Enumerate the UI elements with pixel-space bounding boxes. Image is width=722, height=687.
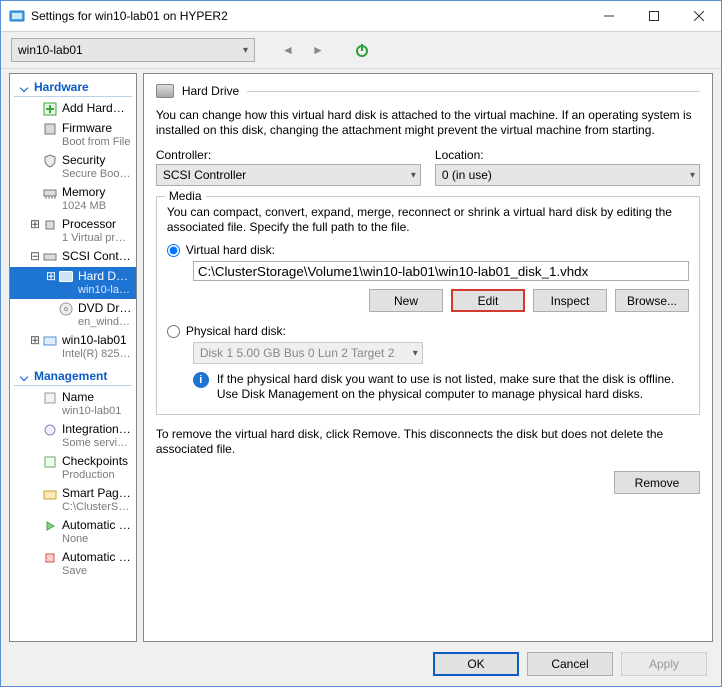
- physical-info-text: If the physical hard disk you want to us…: [217, 372, 689, 402]
- node-auto-stop[interactable]: Automatic Stop ActionSave: [10, 548, 136, 580]
- panel-title: Hard Drive: [182, 84, 239, 98]
- chevron-down-icon: ▾: [413, 348, 418, 359]
- node-scsi-controller[interactable]: ⊟ SCSI Controller: [10, 247, 136, 267]
- minimize-button[interactable]: [586, 1, 631, 31]
- checkpoint-icon: [42, 454, 58, 470]
- toolbar: win10-lab01 ▾ ◄ ►: [1, 32, 721, 69]
- chevron-down-icon: ▾: [690, 170, 695, 181]
- cancel-button[interactable]: Cancel: [527, 652, 613, 676]
- settings-tree: Hardware Add Hardware FirmwareBoot from …: [9, 73, 137, 642]
- node-dvd-drive[interactable]: DVD Driveen_windows_10_business_editi...: [10, 299, 136, 331]
- body: Hardware Add Hardware FirmwareBoot from …: [1, 69, 721, 642]
- maximize-button[interactable]: [631, 1, 676, 31]
- nav-back-button[interactable]: ◄: [277, 39, 299, 61]
- node-hard-drive[interactable]: ⊞ Hard Drivewin10-lab01_disk_1.vhdx: [10, 267, 136, 299]
- start-icon: [42, 518, 58, 534]
- cpu-icon: [42, 217, 58, 233]
- panel-intro: You can change how this virtual hard dis…: [156, 108, 700, 138]
- stop-icon: [42, 550, 58, 566]
- browse-button[interactable]: Browse...: [615, 289, 689, 312]
- disc-icon: [58, 301, 74, 317]
- chevron-down-icon: ▾: [411, 170, 416, 181]
- node-auto-start[interactable]: Automatic Start ActionNone: [10, 516, 136, 548]
- location-select[interactable]: 0 (in use)▾: [435, 164, 700, 186]
- apply-button: Apply: [621, 652, 707, 676]
- detail-panel: Hard Drive You can change how this virtu…: [143, 73, 713, 642]
- remove-button[interactable]: Remove: [614, 471, 700, 494]
- dialog-footer: OK Cancel Apply: [1, 642, 721, 686]
- nav-forward-button[interactable]: ►: [307, 39, 329, 61]
- ok-button[interactable]: OK: [433, 652, 519, 676]
- media-legend: Media: [165, 189, 206, 203]
- settings-window: Settings for win10-lab01 on HYPER2 win10…: [0, 0, 722, 687]
- expand-icon[interactable]: ⊞: [44, 269, 58, 283]
- media-desc: You can compact, convert, expand, merge,…: [167, 205, 689, 235]
- folder-icon: [42, 486, 58, 502]
- close-button[interactable]: [676, 1, 721, 31]
- add-icon: [42, 101, 58, 117]
- section-management[interactable]: Management: [14, 365, 132, 386]
- services-icon: [42, 422, 58, 438]
- shield-icon: [42, 153, 58, 169]
- node-checkpoints[interactable]: CheckpointsProduction: [10, 452, 136, 484]
- chip-icon: [42, 121, 58, 137]
- node-integration-services[interactable]: Integration ServicesSome services offere…: [10, 420, 136, 452]
- controller-select[interactable]: SCSI Controller▾: [156, 164, 421, 186]
- collapse-icon[interactable]: ⊟: [28, 249, 42, 263]
- node-name[interactable]: Namewin10-lab01: [10, 388, 136, 420]
- physical-radio-label: Physical hard disk:: [186, 324, 286, 338]
- node-firmware[interactable]: FirmwareBoot from File: [10, 119, 136, 151]
- remove-text: To remove the virtual hard disk, click R…: [156, 427, 700, 457]
- power-icon[interactable]: [351, 39, 373, 61]
- section-hardware[interactable]: Hardware: [14, 76, 132, 97]
- vm-selector-value: win10-lab01: [18, 43, 83, 57]
- physical-disk-select: Disk 1 5.00 GB Bus 0 Lun 2 Target 2▾: [193, 342, 423, 364]
- controller-icon: [42, 249, 58, 265]
- node-add-hardware[interactable]: Add Hardware: [10, 99, 136, 119]
- location-label: Location:: [435, 148, 700, 162]
- hard-drive-icon: [58, 269, 74, 285]
- controller-label: Controller:: [156, 148, 421, 162]
- node-memory[interactable]: Memory1024 MB: [10, 183, 136, 215]
- node-processor[interactable]: ⊞ Processor1 Virtual processor: [10, 215, 136, 247]
- inspect-button[interactable]: Inspect: [533, 289, 607, 312]
- titlebar: Settings for win10-lab01 on HYPER2: [1, 1, 721, 32]
- vhd-path-input[interactable]: [193, 261, 689, 281]
- physical-radio[interactable]: [167, 325, 180, 338]
- media-group: Media You can compact, convert, expand, …: [156, 196, 700, 415]
- node-network-adapter[interactable]: ⊞ win10-lab01Intel(R) 82574L Gigabit Net…: [10, 331, 136, 363]
- window-title: Settings for win10-lab01 on HYPER2: [31, 9, 586, 23]
- expand-icon[interactable]: ⊞: [28, 333, 42, 347]
- vhd-radio-label: Virtual hard disk:: [186, 243, 275, 257]
- app-icon: [9, 8, 25, 24]
- nic-icon: [42, 333, 58, 349]
- expand-icon[interactable]: ⊞: [28, 217, 42, 231]
- vm-selector[interactable]: win10-lab01 ▾: [11, 38, 255, 62]
- info-icon: i: [193, 372, 209, 388]
- tag-icon: [42, 390, 58, 406]
- node-smart-paging[interactable]: Smart Paging File LocationC:\ClusterStor…: [10, 484, 136, 516]
- vhd-radio[interactable]: [167, 244, 180, 257]
- edit-button[interactable]: Edit: [451, 289, 525, 312]
- node-security[interactable]: SecuritySecure Boot enabled: [10, 151, 136, 183]
- memory-icon: [42, 185, 58, 201]
- chevron-down-icon: ▾: [243, 45, 248, 56]
- new-button[interactable]: New: [369, 289, 443, 312]
- hard-drive-icon: [156, 84, 174, 98]
